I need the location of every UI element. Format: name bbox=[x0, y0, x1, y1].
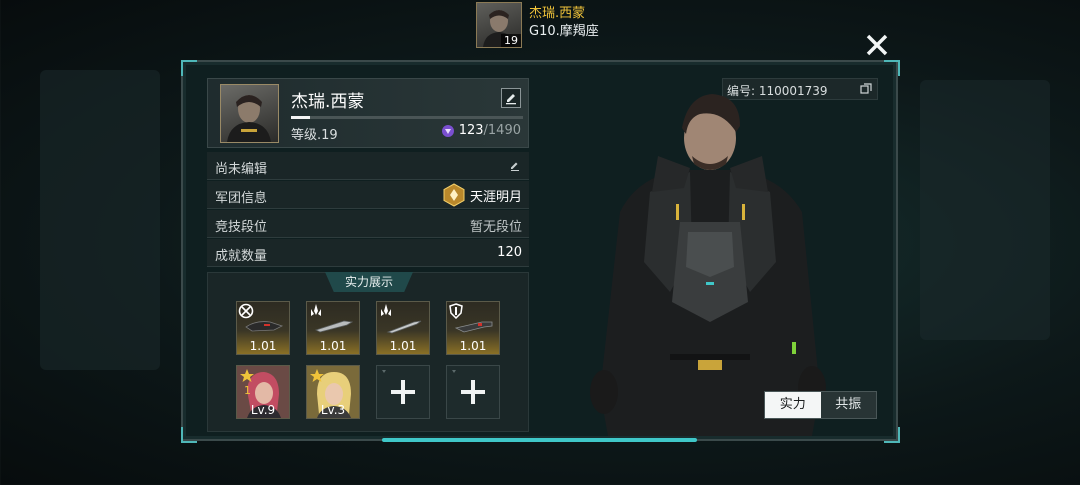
stamina-display: 123/1490 bbox=[441, 123, 521, 138]
crosshair-badge-icon bbox=[238, 303, 254, 319]
legion-info-row[interactable]: 军团信息 天涯明月 bbox=[207, 181, 529, 209]
stamina-current: 123 bbox=[458, 123, 484, 138]
spire-badge-icon bbox=[311, 304, 321, 316]
level-label: 等级.19 bbox=[291, 128, 338, 143]
hero-slot[interactable]: Lv.3 bbox=[306, 365, 360, 419]
view-toggle: 实力 共振 bbox=[764, 391, 877, 419]
legion-emblem-icon bbox=[443, 183, 465, 207]
profile-card: 杰瑞.西蒙 等级.19 123/1490 bbox=[207, 78, 529, 148]
weapon-icon bbox=[314, 320, 354, 333]
close-button[interactable] bbox=[864, 32, 890, 58]
equipment-value: 1.01 bbox=[389, 339, 417, 353]
achievement-row: 成就数量 120 bbox=[207, 239, 529, 267]
equipment-value: 1.01 bbox=[459, 339, 487, 353]
tab-resonance[interactable]: 共振 bbox=[820, 392, 876, 418]
portrait-icon bbox=[227, 95, 271, 142]
equipment-value: 1.01 bbox=[249, 339, 277, 353]
signature-label: 尚未编辑 bbox=[215, 162, 268, 177]
panel-corner bbox=[884, 60, 900, 76]
pencil-icon[interactable] bbox=[508, 159, 522, 173]
top-level-badge: 19 bbox=[501, 34, 521, 47]
add-slot-icon bbox=[452, 370, 485, 404]
background-panel-blur bbox=[40, 70, 160, 370]
legion-info-label: 军团信息 bbox=[215, 191, 268, 206]
achievement-count: 120 bbox=[497, 245, 522, 260]
rank-star-icon bbox=[310, 369, 324, 382]
arena-rank-value: 暂无段位 bbox=[469, 220, 522, 235]
hero-stars: 1 bbox=[244, 384, 251, 397]
weapon-icon bbox=[245, 321, 284, 332]
xp-progress-bar bbox=[291, 116, 523, 119]
stamina-max: /1490 bbox=[483, 123, 521, 138]
profile-name: 杰瑞.西蒙 bbox=[291, 92, 365, 112]
pencil-icon bbox=[506, 94, 516, 105]
profile-avatar[interactable] bbox=[220, 84, 279, 143]
shield-badge-icon bbox=[449, 303, 463, 319]
equipment-slot[interactable]: 1.01 bbox=[376, 301, 430, 355]
spire-badge-icon bbox=[381, 304, 391, 316]
server-label: G10.摩羯座 bbox=[529, 24, 599, 39]
empty-hero-slot[interactable] bbox=[446, 365, 500, 419]
energy-gem-icon bbox=[441, 124, 454, 137]
weapon-icon bbox=[386, 320, 422, 334]
equipment-slot[interactable]: 1.01 bbox=[446, 301, 500, 355]
hero-slot[interactable]: 1 Lv.9 bbox=[236, 365, 290, 419]
hero-level: Lv.3 bbox=[320, 403, 346, 417]
top-avatar[interactable]: 19 bbox=[476, 2, 522, 48]
close-icon bbox=[866, 34, 888, 56]
top-player-header: 19 杰瑞.西蒙 G10.摩羯座 bbox=[476, 2, 599, 48]
equipment-slot[interactable]: 1.01 bbox=[236, 301, 290, 355]
rank-star-icon bbox=[240, 369, 254, 382]
weapon-icon bbox=[454, 321, 493, 333]
signature-row[interactable]: 尚未编辑 bbox=[207, 152, 529, 180]
empty-hero-slot[interactable] bbox=[376, 365, 430, 419]
background-panel-blur bbox=[920, 80, 1050, 340]
arena-rank-row: 竞技段位 暂无段位 bbox=[207, 210, 529, 238]
hero-character-art bbox=[590, 94, 826, 436]
power-showcase: 实力展示 1.01 1.01 1.01 1.01 1 Lv.9 Lv.3 bbox=[207, 272, 529, 432]
arena-rank-label: 竞技段位 bbox=[215, 220, 268, 235]
equipment-slot[interactable]: 1.01 bbox=[306, 301, 360, 355]
panel-corner bbox=[884, 427, 900, 443]
hero-level: Lv.9 bbox=[250, 403, 276, 417]
edit-name-button[interactable] bbox=[501, 88, 521, 108]
xp-progress-fill bbox=[291, 116, 310, 119]
panel-bottom-accent bbox=[382, 438, 697, 442]
legion-name: 天涯明月 bbox=[442, 183, 522, 207]
panel-corner bbox=[181, 427, 197, 443]
panel-corner bbox=[181, 60, 197, 76]
equipment-value: 1.01 bbox=[319, 339, 347, 353]
legion-name-text: 天涯明月 bbox=[469, 189, 522, 205]
achievement-label: 成就数量 bbox=[215, 249, 268, 264]
top-player-name: 杰瑞.西蒙 bbox=[529, 6, 586, 21]
tab-strength[interactable]: 实力 bbox=[765, 392, 821, 418]
showcase-title: 实力展示 bbox=[325, 272, 413, 292]
copy-icon[interactable] bbox=[860, 83, 872, 95]
add-slot-icon bbox=[382, 370, 415, 404]
